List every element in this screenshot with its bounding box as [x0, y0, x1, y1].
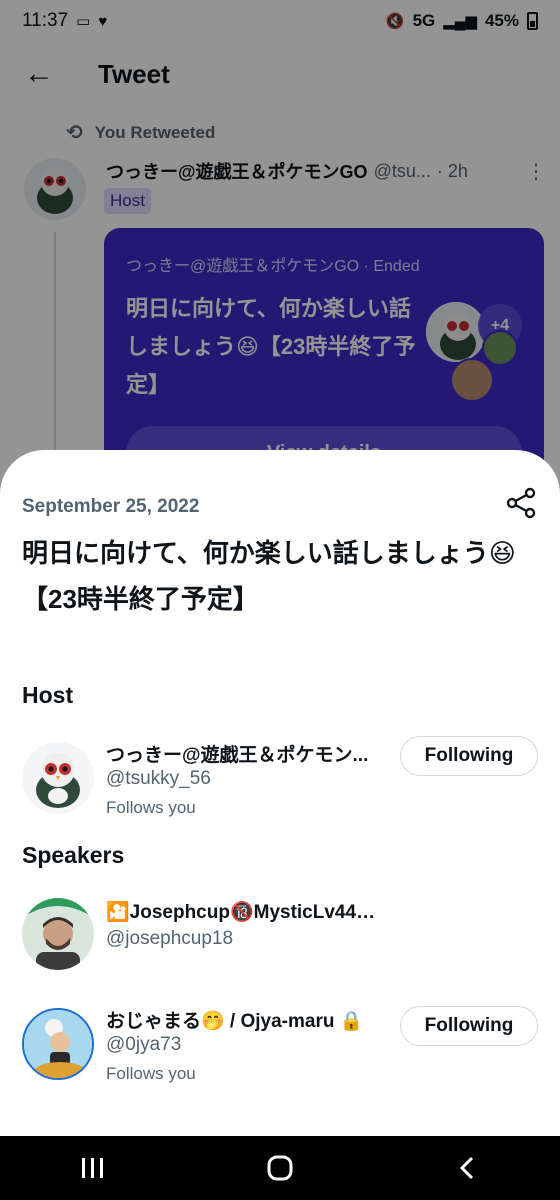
- share-icon[interactable]: [504, 486, 538, 520]
- host-avatar[interactable]: [22, 742, 94, 814]
- following-button[interactable]: Following: [400, 1006, 538, 1046]
- follows-you-label: Follows you: [106, 1064, 196, 1083]
- host-heading: Host: [22, 682, 74, 708]
- space-date: September 25, 2022: [22, 496, 200, 517]
- speaker-avatar[interactable]: [22, 1008, 94, 1080]
- speaker-row[interactable]: おじゃまる🤭 / Ojya-maru 🔒 @0jya73 Follows you…: [0, 1006, 560, 1102]
- speaker-handle: @0jya73: [106, 1034, 182, 1055]
- host-handle: @tsukky_56: [106, 768, 211, 789]
- speakers-heading: Speakers: [22, 842, 125, 868]
- follows-you-label: Follows you: [106, 798, 196, 817]
- following-button[interactable]: Following: [400, 736, 538, 776]
- host-name[interactable]: つっきー@遊戯王＆ポケモン...: [106, 740, 396, 767]
- speaker-avatar[interactable]: [22, 898, 94, 970]
- home-icon[interactable]: [240, 1136, 320, 1200]
- recent-apps-icon[interactable]: [53, 1136, 133, 1200]
- speaker-handle: @josephcup18: [106, 928, 234, 949]
- speaker-row[interactable]: 🎦Josephcup🔞MysticLv44🌬️🛎️ @josephcup18: [0, 896, 560, 992]
- host-row[interactable]: つっきー@遊戯王＆ポケモン... @tsukky_56 Follows you …: [0, 736, 560, 836]
- space-details-sheet: September 25, 2022 明日に向けて、何か楽しい話しましょう😆【2…: [0, 450, 560, 1136]
- space-title-large: 明日に向けて、何か楽しい話しましょう😆【23時半終了予定】: [22, 538, 516, 614]
- back-nav-icon[interactable]: [427, 1136, 507, 1200]
- speaker-name[interactable]: おじゃまる🤭 / Ojya-maru 🔒: [106, 1006, 386, 1033]
- speaker-name[interactable]: 🎦Josephcup🔞MysticLv44🌬️🛎️: [106, 900, 396, 924]
- system-nav-bar: [0, 1136, 560, 1200]
